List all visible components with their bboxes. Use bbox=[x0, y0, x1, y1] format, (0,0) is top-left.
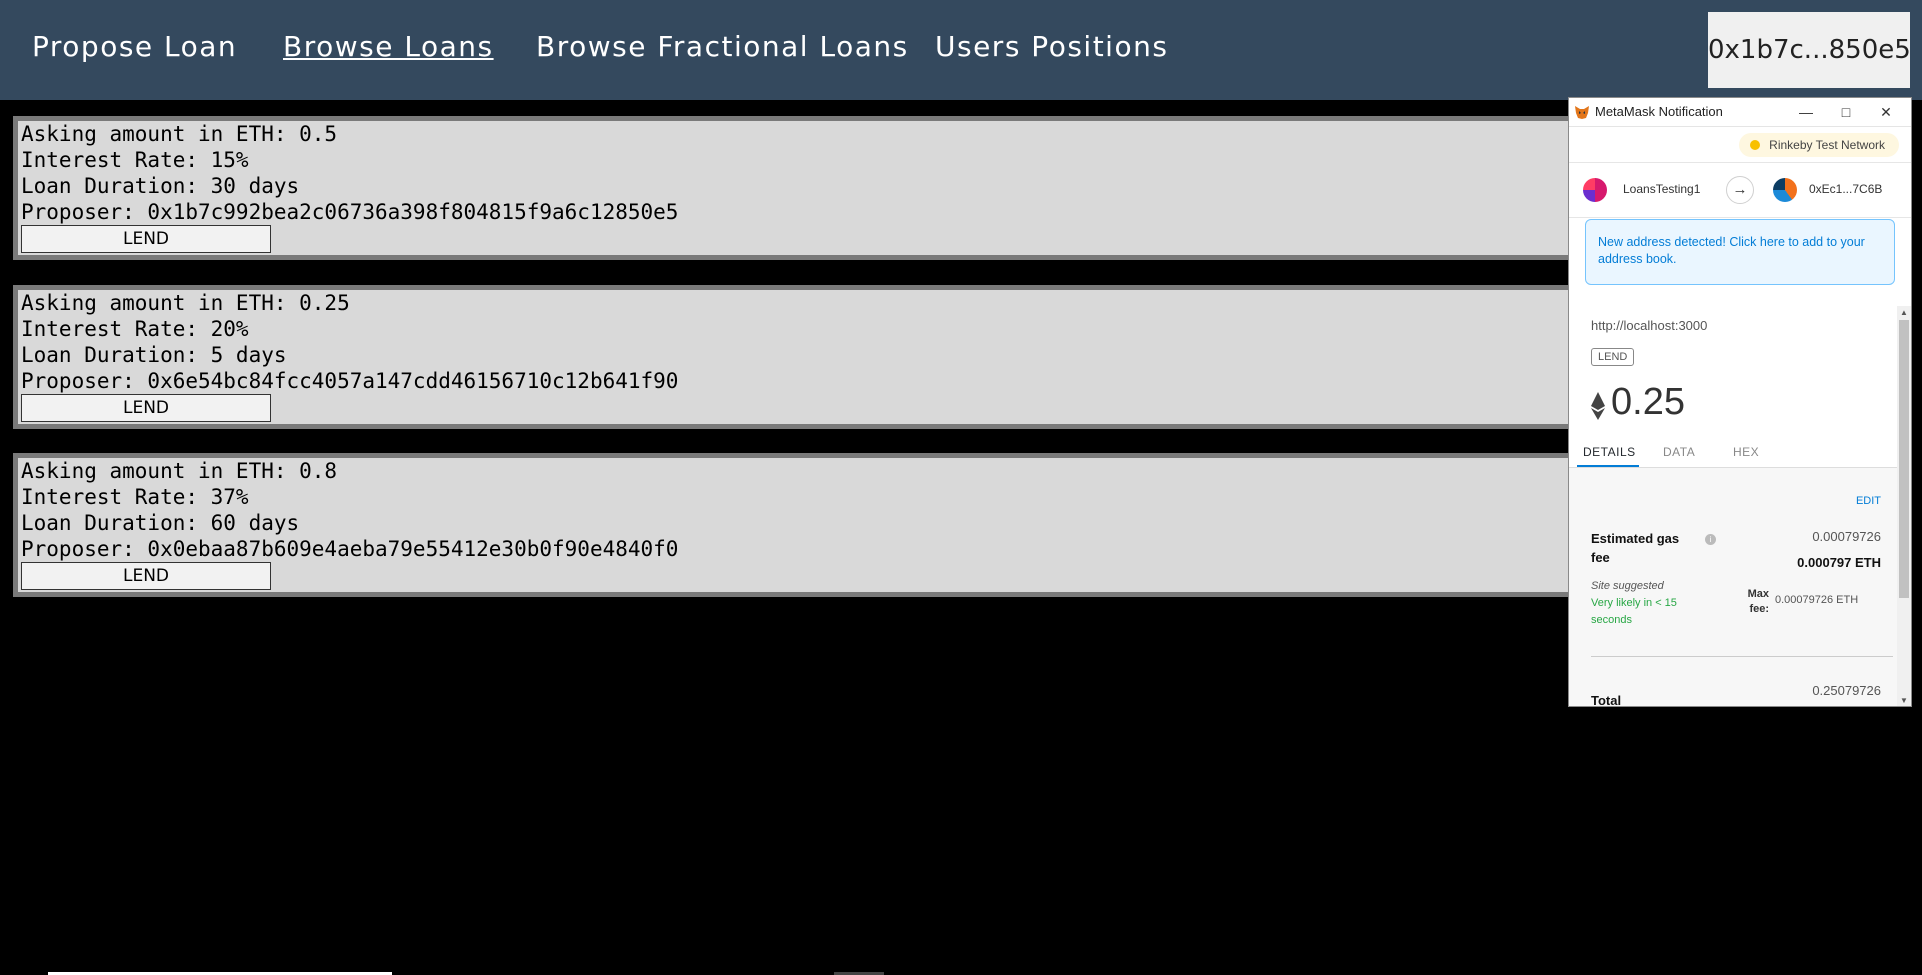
proposer-address: Proposer: 0x0ebaa87b609e4aeba79e55412e30… bbox=[21, 537, 679, 561]
interest-rate: Interest Rate: 37% bbox=[21, 485, 249, 509]
method-tag: LEND bbox=[1591, 348, 1635, 366]
maximize-icon[interactable]: □ bbox=[1831, 101, 1861, 123]
max-fee-value: 0.00079726 ETH bbox=[1775, 594, 1859, 606]
active-tab-indicator bbox=[1577, 465, 1639, 467]
scroll-down-icon[interactable]: ▼ bbox=[1899, 696, 1909, 706]
site-suggested-label: Site suggested bbox=[1591, 580, 1664, 592]
loan-duration: Loan Duration: 60 days bbox=[21, 511, 300, 535]
new-address-notice[interactable]: New address detected! Click here to add … bbox=[1585, 219, 1895, 285]
from-account-avatar bbox=[1583, 178, 1607, 202]
tab-data[interactable]: DATA bbox=[1663, 445, 1695, 459]
asking-amount: Asking amount in ETH: 0.8 bbox=[21, 459, 338, 483]
loan-card: Asking amount in ETH: 0.25 Interest Rate… bbox=[13, 285, 1583, 429]
transaction-amount: 0.25 bbox=[1611, 381, 1685, 423]
total-label: Total bbox=[1591, 693, 1622, 707]
popup-titlebar: MetaMask Notification — □ ✕ bbox=[1569, 98, 1911, 127]
network-selector[interactable]: Rinkeby Test Network bbox=[1739, 133, 1899, 157]
tab-hex[interactable]: HEX bbox=[1733, 445, 1759, 459]
likely-time-label: Very likely in < 15 seconds bbox=[1591, 597, 1677, 626]
scrollbar-thumb[interactable] bbox=[1899, 320, 1909, 598]
interest-rate: Interest Rate: 15% bbox=[21, 148, 249, 172]
interest-rate: Interest Rate: 20% bbox=[21, 317, 249, 341]
asking-amount: Asking amount in ETH: 0.25 bbox=[21, 291, 350, 315]
asking-amount: Asking amount in ETH: 0.5 bbox=[21, 122, 338, 146]
metamask-popup: MetaMask Notification — □ ✕ Rinkeby Test… bbox=[1568, 97, 1912, 707]
arrow-right-icon: → bbox=[1726, 176, 1754, 204]
minimize-icon[interactable]: — bbox=[1791, 101, 1821, 123]
top-navbar: Propose Loan Browse Loans Browse Fractio… bbox=[0, 0, 1922, 100]
lend-button[interactable]: LEND bbox=[21, 394, 271, 422]
proposer-address: Proposer: 0x6e54bc84fcc4057a147cdd461567… bbox=[21, 369, 679, 393]
scroll-up-icon[interactable]: ▲ bbox=[1899, 308, 1909, 318]
gas-fee-eth: 0.000797 ETH bbox=[1797, 555, 1881, 570]
lend-button[interactable]: LEND bbox=[21, 225, 271, 253]
nav-users-positions[interactable]: Users Positions bbox=[935, 30, 1168, 63]
max-fee-label: Max fee: bbox=[1747, 588, 1769, 615]
lend-button[interactable]: LEND bbox=[21, 562, 271, 590]
from-account-name[interactable]: LoansTesting1 bbox=[1623, 182, 1700, 196]
loan-card: Asking amount in ETH: 0.8 Interest Rate:… bbox=[13, 453, 1583, 597]
info-icon[interactable]: i bbox=[1705, 534, 1716, 545]
nav-browse-loans[interactable]: Browse Loans bbox=[283, 30, 494, 63]
gas-fee-value: 0.00079726 bbox=[1812, 529, 1881, 544]
divider bbox=[1591, 656, 1893, 657]
loan-duration: Loan Duration: 30 days bbox=[21, 174, 300, 198]
tab-details[interactable]: DETAILS bbox=[1583, 445, 1636, 459]
gas-fee-label: Estimated gas fee bbox=[1591, 531, 1680, 565]
popup-title: MetaMask Notification bbox=[1595, 104, 1723, 119]
to-account-avatar bbox=[1773, 178, 1797, 202]
popup-scrollbar[interactable]: ▲ ▼ bbox=[1897, 306, 1911, 706]
ethereum-icon bbox=[1591, 392, 1605, 420]
loan-duration: Loan Duration: 5 days bbox=[21, 343, 287, 367]
site-origin: http://localhost:3000 bbox=[1591, 318, 1708, 333]
wallet-address-button[interactable]: 0x1b7c...850e5 bbox=[1708, 12, 1911, 88]
loan-card: Asking amount in ETH: 0.5 Interest Rate:… bbox=[13, 116, 1583, 260]
edit-gas-button[interactable]: EDIT bbox=[1856, 495, 1881, 507]
details-tabs: DETAILS DATA HEX bbox=[1569, 437, 1911, 468]
account-transfer-row: LoansTesting1 → 0xEc1...7C6B bbox=[1569, 162, 1911, 218]
total-value: 0.25079726 bbox=[1812, 683, 1881, 698]
proposer-address: Proposer: 0x1b7c992bea2c06736a398f804815… bbox=[21, 200, 679, 224]
metamask-fox-icon bbox=[1575, 106, 1589, 119]
close-icon[interactable]: ✕ bbox=[1871, 101, 1901, 123]
network-status-icon bbox=[1750, 140, 1761, 150]
network-name: Rinkeby Test Network bbox=[1769, 138, 1885, 152]
to-account-address[interactable]: 0xEc1...7C6B bbox=[1809, 182, 1882, 196]
nav-propose-loan[interactable]: Propose Loan bbox=[32, 30, 237, 63]
nav-browse-fractional-loans[interactable]: Browse Fractional Loans bbox=[536, 30, 909, 63]
